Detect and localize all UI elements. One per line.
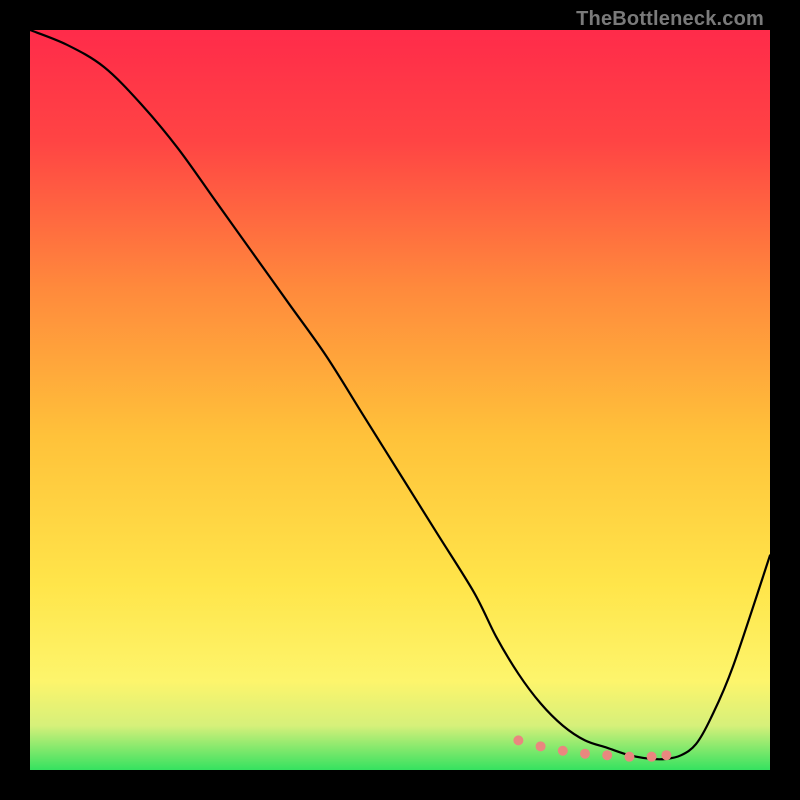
plot-area [30, 30, 770, 770]
flat-region-dot [624, 752, 634, 762]
flat-region-dot [513, 735, 523, 745]
chart-frame: TheBottleneck.com [0, 0, 800, 800]
flat-region-dot [536, 741, 546, 751]
flat-region-dot [580, 749, 590, 759]
flat-region-dot [558, 746, 568, 756]
flat-region-dot [647, 752, 657, 762]
flat-region-dot [661, 750, 671, 760]
flat-region-dot [602, 750, 612, 760]
watermark-text: TheBottleneck.com [576, 8, 764, 31]
chart-svg [30, 30, 770, 770]
gradient-background [30, 30, 770, 770]
